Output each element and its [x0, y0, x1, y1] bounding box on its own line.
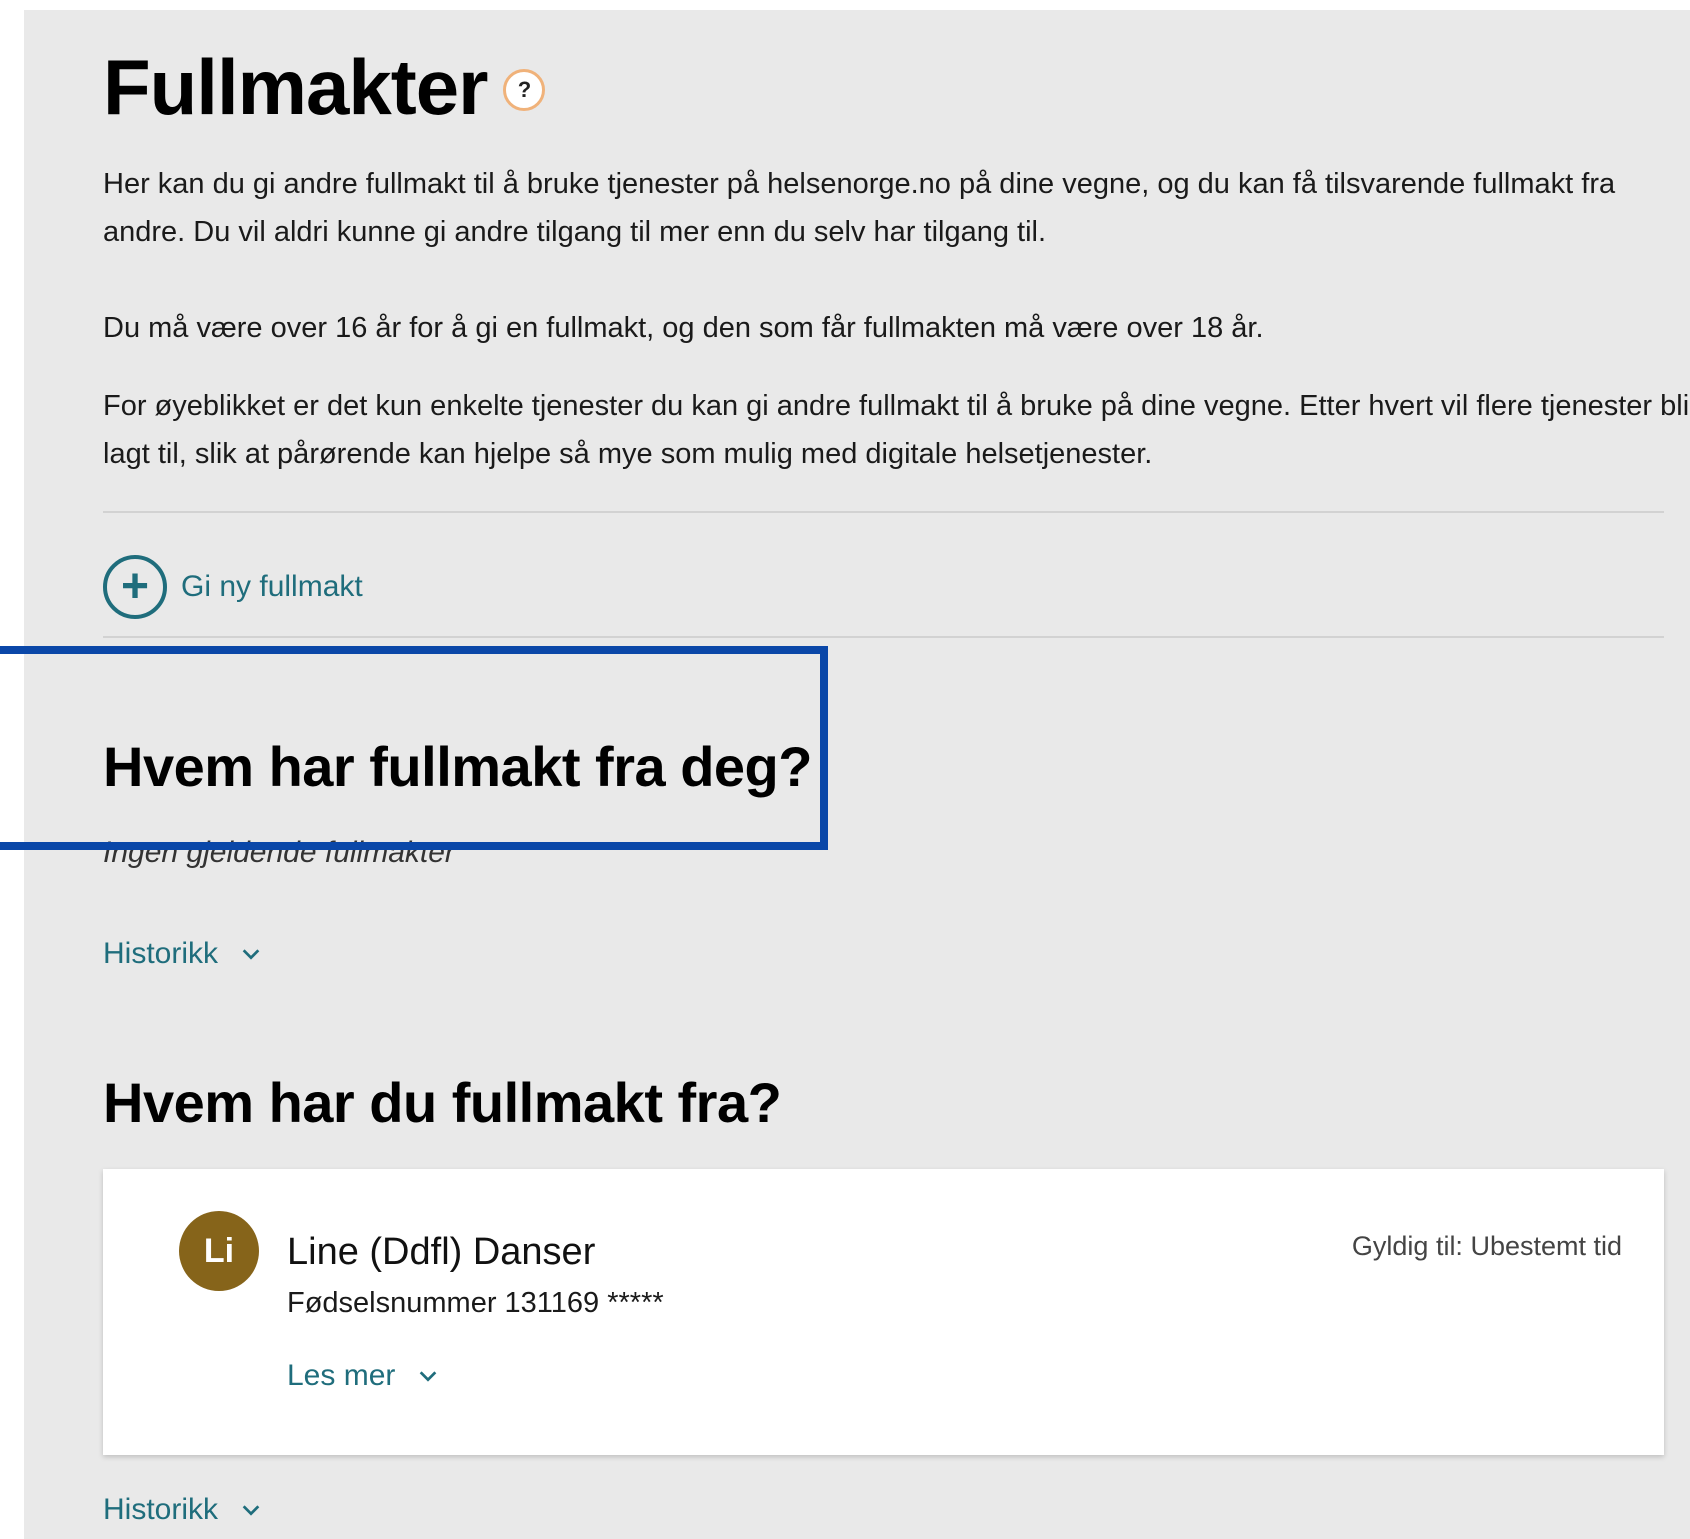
- page-title: Fullmakter: [103, 43, 488, 131]
- intro-paragraph-3: For øyeblikket er det kun enkelte tjenes…: [103, 390, 1690, 470]
- avatar: Li: [179, 1211, 259, 1291]
- give-new-proxy-button[interactable]: + Gi ny fullmakt: [103, 555, 363, 619]
- intro-paragraph-1: Her kan du gi andre fullmakt til å bruke…: [103, 168, 1616, 248]
- person-name: Line (Ddfl) Danser: [287, 1231, 596, 1273]
- chevron-down-icon: [420, 1371, 437, 1382]
- given-history-toggle[interactable]: Historikk: [103, 937, 262, 971]
- read-more-label: Les mer: [287, 1359, 396, 1392]
- divider: [103, 636, 1664, 638]
- give-new-proxy-label: Gi ny fullmakt: [181, 570, 363, 603]
- person-id-number: Fødselsnummer 131169 *****: [287, 1287, 664, 1319]
- read-more-toggle[interactable]: Les mer: [287, 1359, 439, 1393]
- history-label: Historikk: [103, 937, 219, 970]
- validity-text: Gyldig til: Ubestemt tid: [1351, 1231, 1622, 1261]
- plus-circle-icon: +: [103, 555, 167, 619]
- title-row: Fullmakter ?: [103, 42, 546, 132]
- received-proxies-heading: Hvem har du fullmakt fra?: [103, 1071, 782, 1134]
- proxy-card: Li Line (Ddfl) Danser Fødselsnummer 1311…: [103, 1169, 1664, 1455]
- intro-paragraph-2: Du må være over 16 år for å gi en fullma…: [103, 312, 1264, 344]
- chevron-down-icon: [242, 949, 260, 960]
- question-mark-icon[interactable]: ?: [503, 69, 546, 111]
- received-history-toggle[interactable]: Historikk: [103, 1493, 262, 1527]
- history-label: Historikk: [103, 1493, 219, 1526]
- highlight-annotation-box: [0, 646, 828, 850]
- chevron-down-icon: [242, 1505, 260, 1516]
- divider: [103, 511, 1664, 513]
